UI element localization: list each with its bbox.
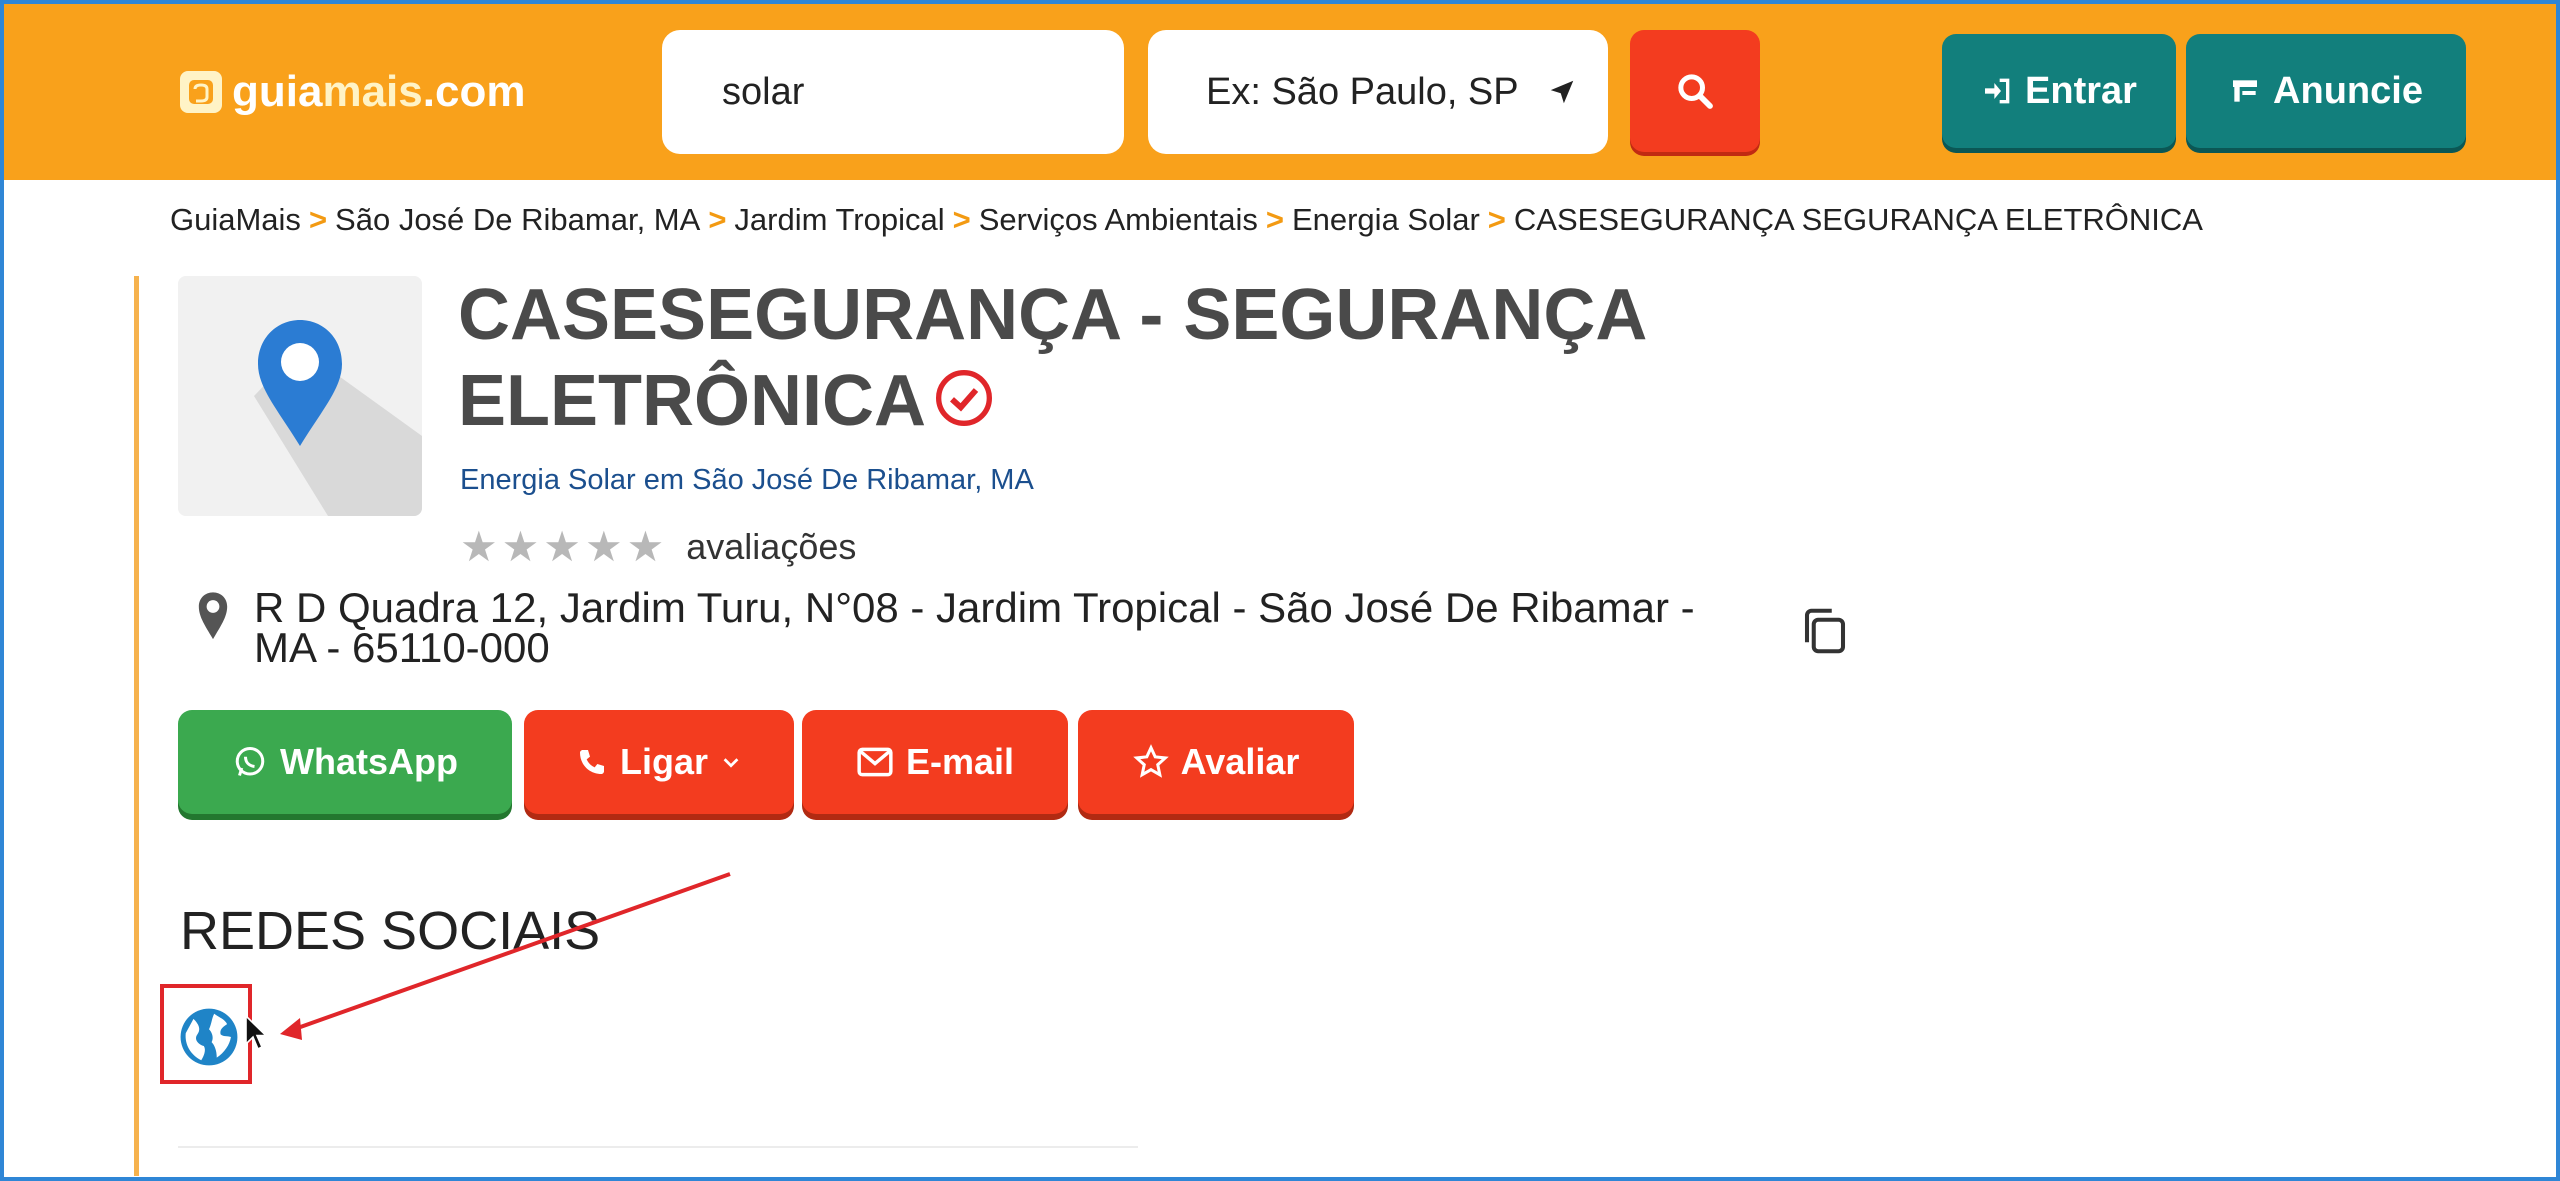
whatsapp-icon <box>235 747 265 776</box>
address-row: R D Quadra 12, Jardim Turu, N°08 - Jardi… <box>196 584 1714 671</box>
search-input-value: solar <box>722 70 805 113</box>
mouse-cursor-icon <box>244 1014 270 1057</box>
chevron-down-icon <box>723 758 739 768</box>
breadcrumb-item-category[interactable]: Serviços Ambientais <box>979 202 1258 238</box>
search-button[interactable] <box>1630 30 1760 152</box>
entrar-label: Entrar <box>2025 69 2137 112</box>
rating-row[interactable]: ★★★★★ avaliações <box>460 522 856 571</box>
envelope-icon <box>857 747 893 777</box>
annotation-highlight-box <box>160 984 252 1084</box>
business-title: CASESEGURANÇA - SEGURANÇA ELETRÔNICA <box>458 272 1738 449</box>
location-input[interactable]: Ex: São Paulo, SP <box>1148 30 1608 154</box>
star-icon <box>1132 744 1169 778</box>
breadcrumb-separator: > <box>1265 202 1284 237</box>
section-divider <box>178 1146 1138 1148</box>
map-pin-icon <box>178 276 422 516</box>
breadcrumb-item-current: CASESEGURANÇA SEGURANÇA ELETRÔNICA <box>1513 202 2203 237</box>
location-placeholder: Ex: São Paulo, SP <box>1206 70 1519 113</box>
ligar-label: Ligar <box>619 741 708 782</box>
breadcrumb-item-subcategory[interactable]: Energia Solar <box>1292 202 1480 238</box>
social-heading: REDES SOCIAIS <box>180 901 601 961</box>
search-icon <box>1678 74 1713 109</box>
breadcrumb-item-guiamais[interactable]: GuiaMais <box>170 202 301 238</box>
sign-in-icon <box>1985 78 2010 104</box>
avaliar-label: Avaliar <box>1180 741 1300 782</box>
breadcrumb-separator: > <box>952 202 971 237</box>
whatsapp-label: WhatsApp <box>280 741 458 782</box>
anuncie-label: Anuncie <box>2273 69 2423 112</box>
business-thumbnail <box>178 276 422 516</box>
email-label: E-mail <box>905 741 1015 782</box>
entrar-button[interactable]: Entrar <box>1942 34 2176 148</box>
rating-stars[interactable]: ★★★★★ <box>460 522 668 571</box>
breadcrumb-separator: > <box>308 202 328 237</box>
location-arrow-icon[interactable] <box>1547 77 1577 107</box>
verified-badge-icon <box>932 363 996 449</box>
guiamais-logo-icon <box>180 71 222 113</box>
location-pin-icon <box>198 592 228 640</box>
phone-icon <box>579 750 604 774</box>
site-logo[interactable]: guiamais.com <box>180 62 525 122</box>
search-input[interactable]: solar <box>662 30 1124 154</box>
avaliar-button[interactable]: Avaliar <box>1078 710 1354 814</box>
ligar-button[interactable]: Ligar <box>524 710 794 814</box>
breadcrumb-item-neighborhood[interactable]: Jardim Tropical <box>734 202 944 238</box>
breadcrumb-item-city[interactable]: São José De Ribamar, MA <box>335 202 700 238</box>
breadcrumb: GuiaMais > São José De Ribamar, MA > Jar… <box>170 202 2203 238</box>
email-button[interactable]: E-mail <box>802 710 1068 814</box>
content-accent-line <box>134 276 139 1176</box>
whatsapp-button[interactable]: WhatsApp <box>178 710 512 814</box>
breadcrumb-separator: > <box>708 202 727 237</box>
rating-label: avaliações <box>686 525 857 567</box>
breadcrumb-separator: > <box>1487 202 1506 237</box>
business-category-location[interactable]: Energia Solar em São José De Ribamar, MA <box>460 464 1034 497</box>
anuncie-button[interactable]: Anuncie <box>2186 34 2466 148</box>
logo-text: guiamais.com <box>232 67 526 116</box>
store-icon <box>2233 80 2258 102</box>
copy-address-icon[interactable] <box>1798 604 1852 663</box>
business-address: R D Quadra 12, Jardim Turu, N°08 - Jardi… <box>254 584 1695 671</box>
